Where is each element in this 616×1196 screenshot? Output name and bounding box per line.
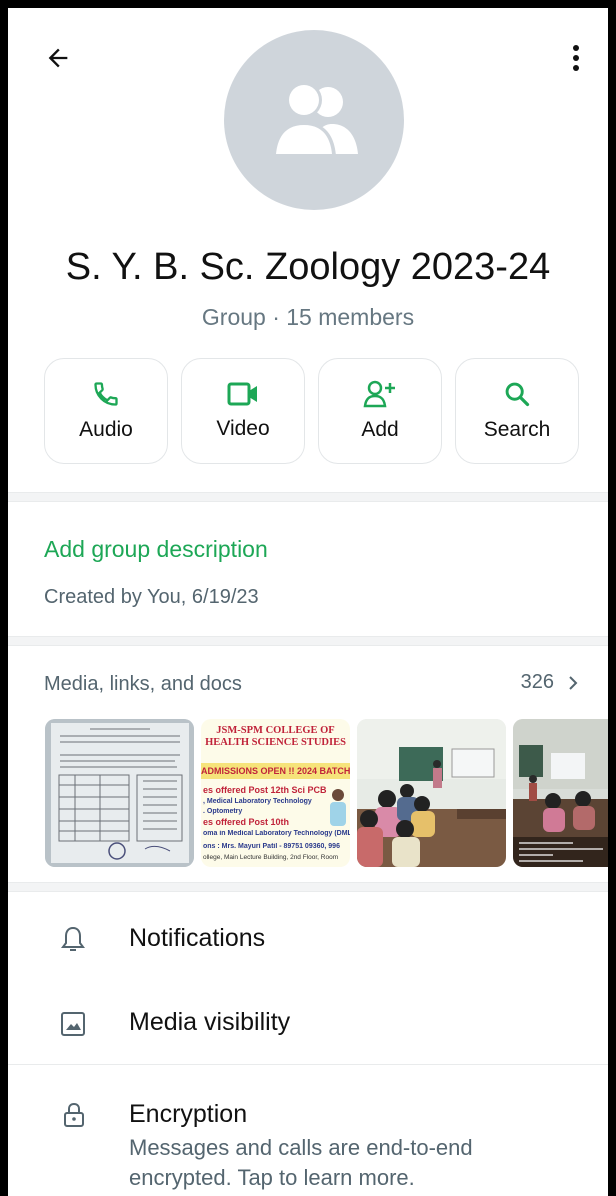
group-avatar[interactable]: [224, 30, 404, 210]
classroom-photo-image: [513, 719, 608, 867]
group-info-screen: S. Y. B. Sc. Zoology 2023-24 Group · 15 …: [8, 8, 608, 1196]
add-description-link[interactable]: Add group description: [44, 536, 268, 563]
poster-course-5: oma in Medical Laboratory Technology (DM…: [203, 830, 350, 837]
created-by-text: Created by You, 6/19/23: [44, 586, 259, 608]
poster-title: JSM-SPM COLLEGE OF HEALTH SCIENCE STUDIE…: [201, 725, 350, 749]
add-person-icon: [363, 380, 395, 408]
doctor-illustration: [330, 789, 346, 826]
add-label: Add: [361, 418, 399, 441]
poster-line-2: HEALTH SCIENCE STUDIES: [205, 737, 346, 748]
encryption-label: Encryption: [129, 1100, 248, 1128]
audio-call-button[interactable]: Audio: [44, 358, 168, 464]
video-icon: [227, 382, 257, 406]
poster-course-4: es offered Post 10th: [203, 817, 290, 827]
media-thumb-classroom-1[interactable]: [357, 719, 506, 867]
search-icon: [505, 382, 530, 407]
media-count: 326: [520, 671, 554, 693]
poster-contact: ons : Mrs. Mayuri Patil - 89751 09360, 9…: [203, 843, 340, 850]
document-photo-image: [45, 719, 194, 867]
lock-icon: [64, 1102, 84, 1127]
video-call-button[interactable]: Video: [181, 358, 305, 464]
section-divider: [8, 882, 608, 892]
poster-course-3: . Optometry: [203, 808, 243, 815]
phone-icon: [94, 382, 118, 406]
back-button[interactable]: [38, 38, 78, 78]
classroom-photo-image: [357, 719, 506, 867]
add-participant-button[interactable]: Add: [318, 358, 442, 464]
more-options-button[interactable]: [556, 36, 596, 80]
more-vertical-icon: [573, 45, 579, 71]
notifications-row[interactable]: Notifications: [8, 899, 608, 979]
arrow-left-icon: [48, 48, 68, 68]
action-buttons: Audio Video Add Search: [44, 358, 579, 464]
poster-banner: ADMISSIONS OPEN !! 2024 BATCH: [201, 763, 350, 779]
video-label: Video: [216, 417, 270, 440]
poster-course-2: , Medical Laboratory Technology: [203, 798, 312, 805]
encryption-description: Messages and calls are end-to-end encryp…: [129, 1135, 473, 1190]
section-divider: [8, 1064, 608, 1065]
section-divider: [8, 636, 608, 646]
media-thumb-document[interactable]: [45, 719, 194, 867]
poster-course-1: es offered Post 12th Sci PCB: [203, 785, 327, 795]
search-button[interactable]: Search: [455, 358, 579, 464]
media-thumbnails: JSM-SPM COLLEGE OF HEALTH SCIENCE STUDIE…: [45, 719, 608, 867]
poster-line-1: JSM-SPM COLLEGE OF: [216, 725, 335, 736]
media-visibility-label: Media visibility: [129, 1008, 291, 1036]
section-divider: [8, 492, 608, 502]
group-name[interactable]: S. Y. B. Sc. Zoology 2023-24: [8, 246, 608, 289]
search-label: Search: [483, 418, 551, 441]
media-thumb-poster[interactable]: JSM-SPM COLLEGE OF HEALTH SCIENCE STUDIE…: [201, 719, 350, 867]
chevron-right-icon: [569, 675, 578, 690]
media-count-link[interactable]: 326: [521, 671, 578, 694]
bell-icon: [61, 926, 85, 951]
audio-label: Audio: [79, 418, 133, 441]
image-icon: [61, 1012, 85, 1036]
group-member-count: Group · 15 members: [201, 304, 415, 330]
media-header[interactable]: Media, links, and docs: [44, 673, 242, 696]
notifications-label: Notifications: [129, 924, 266, 952]
media-visibility-row[interactable]: Media visibility: [8, 984, 608, 1064]
group-icon: [272, 82, 358, 156]
media-thumb-classroom-2[interactable]: [513, 719, 608, 867]
poster-address: ollege, Main Lecture Building, 2nd Floor…: [203, 854, 339, 861]
